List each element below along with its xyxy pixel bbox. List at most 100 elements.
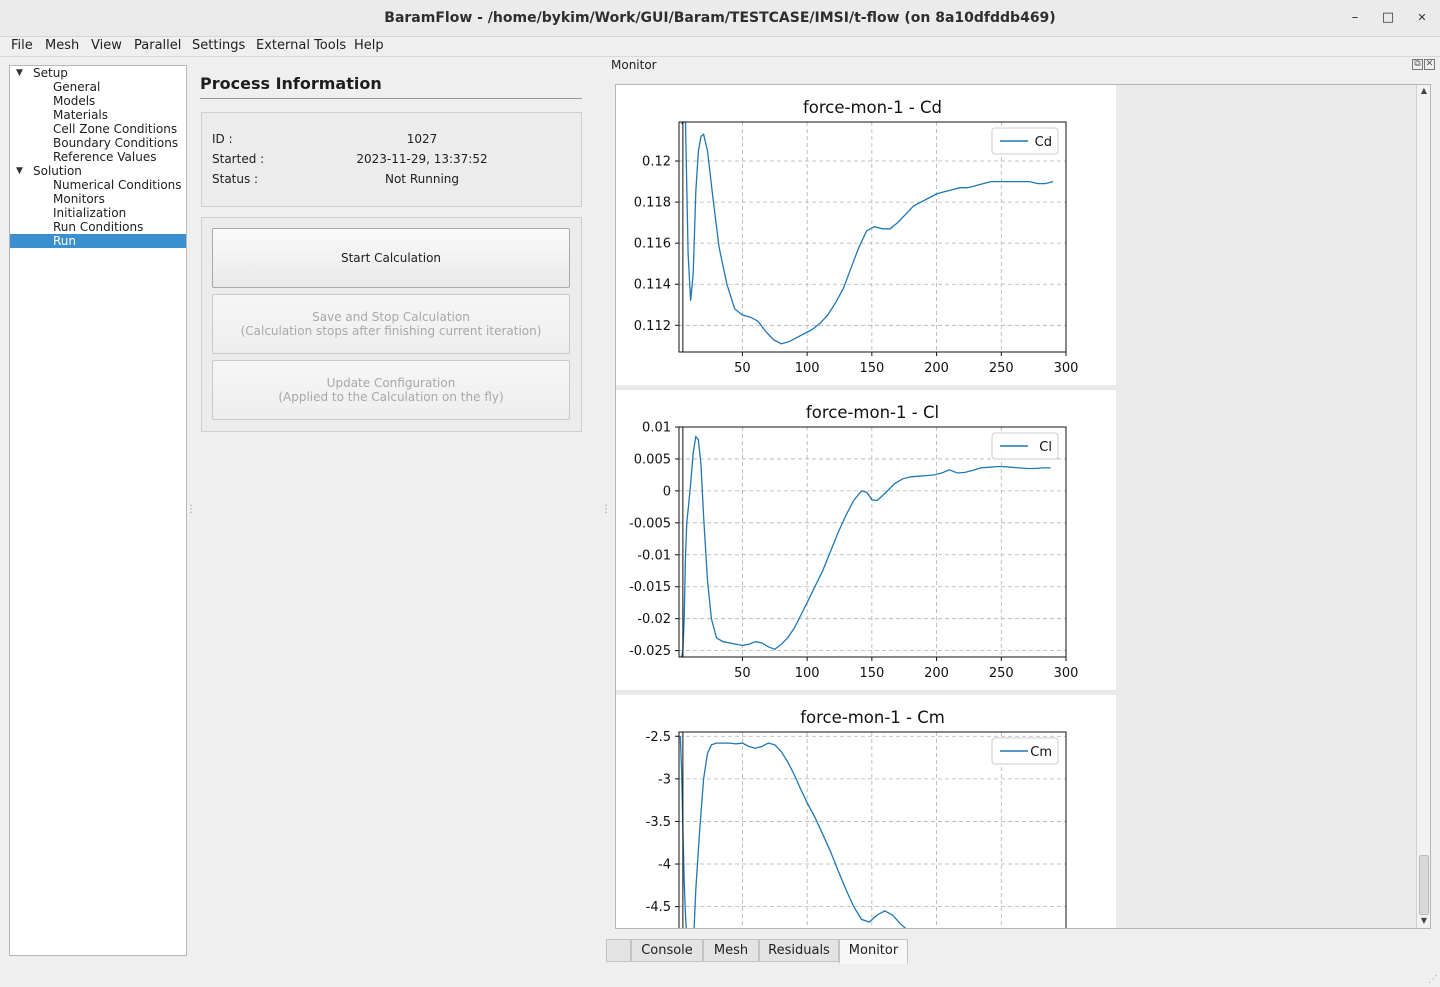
x-tick-label: 200 [924,361,949,376]
y-tick-label: -0.025 [629,644,671,659]
menu-help[interactable]: Help [352,38,386,53]
x-tick-label: 200 [924,666,949,681]
y-tick-label: -0.01 [637,548,671,563]
tree-item-label: Numerical Conditions [53,178,182,192]
monitor-dock-title: Monitor [611,58,657,72]
scroll-down-icon[interactable]: ▼ [1417,915,1431,927]
x-tick-label: 50 [734,361,751,376]
menu-settings[interactable]: Settings [190,38,247,53]
process-info-box: ID : 1027 Started : 2023-11-29, 13:37:52… [201,112,582,207]
plot-frame [678,121,1067,353]
tree-item-general[interactable]: General [10,80,186,94]
button-sublabel: (Calculation stops after finishing curre… [240,324,542,338]
tab-monitor[interactable]: Monitor [839,939,908,964]
start-calculation-button[interactable]: Start Calculation [212,228,570,288]
resize-grip-icon[interactable]: ⋰ [1428,974,1438,985]
chart-cl: force-mon-1 - Cl 50 100 150 200 250 300 -0.025 -… [629,403,1078,681]
tree-item-boundary-conditions[interactable]: Boundary Conditions [10,136,186,150]
menu-bar: File Mesh View Parallel Settings Externa… [0,37,1440,57]
maximize-icon[interactable]: □ [1378,8,1398,28]
y-tick-label: 0.12 [642,155,671,170]
x-tick-label: 50 [734,666,751,681]
x-tick-label: 300 [1054,361,1079,376]
tree-item-cell-zone-conditions[interactable]: Cell Zone Conditions [10,122,186,136]
splitter-handle[interactable]: ⋮ [601,504,611,515]
x-tick-label: 250 [989,666,1014,681]
splitter-handle[interactable]: ⋮ [186,504,196,515]
tree-item-initialization[interactable]: Initialization [10,206,186,220]
menu-mesh[interactable]: Mesh [43,38,81,53]
tree-item-label: General [53,80,101,94]
started-value: 2023-11-29, 13:37:52 [356,152,488,166]
button-sublabel: (Applied to the Calculation on the fly) [278,390,504,404]
minimize-icon[interactable]: – [1345,8,1365,28]
x-tick-label: 150 [859,666,884,681]
tree-group-label: Solution [33,164,82,178]
menu-file[interactable]: File [9,38,35,53]
legend-label: Cd [1035,135,1052,150]
button-label: Save and Stop Calculation [312,310,470,324]
tree-item-label: Initialization [53,206,127,220]
tree-item-label: Run [53,234,77,248]
scrollbar-thumb[interactable] [1419,855,1429,915]
monitor-scrollbar[interactable]: ▲ ▼ [1416,85,1430,928]
tree-item-materials[interactable]: Materials [10,108,186,122]
tree-group-solution[interactable]: ▼ Solution [10,164,186,178]
chevron-down-icon[interactable]: ▼ [16,164,23,178]
tab-console[interactable]: Console [631,939,703,962]
chart-title: force-mon-1 - Cl [806,403,939,422]
tree-item-monitors[interactable]: Monitors [10,192,186,206]
status-label: Status : [212,172,259,186]
y-tick-label: 0.005 [634,452,671,467]
monitor-chart-area[interactable]: force-mon-1 - Cd 50 100 150 200 250 300 0.112 0.… [615,84,1431,929]
y-tick-label: -3 [658,772,671,787]
chart-title: force-mon-1 - Cd [803,98,942,117]
tree-item-label: Materials [53,108,109,122]
title-divider [200,98,582,99]
y-tick-label: 0.112 [634,319,671,334]
chart-card-cm: force-mon-1 - Cm50100150200250300-5-4.5-… [616,695,1116,928]
tab-blank[interactable] [606,939,631,962]
save-stop-calculation-button[interactable]: Save and Stop Calculation (Calculation s… [212,294,570,354]
legend-label: Cm [1030,745,1052,760]
tree-group-setup[interactable]: ▼ Setup [10,66,186,80]
tree-item-run[interactable]: Run [10,234,186,248]
y-tick-label: 0.116 [634,237,671,252]
menu-view[interactable]: View [89,38,124,53]
chart-card-cd: force-mon-1 - Cd 50 100 150 200 250 300 0.112 0.… [616,85,1116,385]
tree-item-numerical-conditions[interactable]: Numerical Conditions [10,178,186,192]
close-icon[interactable]: ✕ [1412,8,1432,28]
x-tick-label: 100 [795,361,820,376]
tree-item-reference-values[interactable]: Reference Values [10,150,186,164]
scroll-up-icon[interactable]: ▲ [1417,85,1431,97]
tree-item-label: Monitors [53,192,105,206]
y-tick-label: -0.02 [637,612,671,627]
y-tick-label: 0.118 [634,196,671,211]
chart-cm: force-mon-1 - Cm50100150200250300-5-4.5-… [646,708,1067,928]
series-line-cl [680,435,1051,657]
page-title: Process Information [200,74,382,93]
close-icon[interactable]: ✕ [1424,59,1435,70]
chart-card-cl: force-mon-1 - Cl 50 100 150 200 250 300 -0.025 -… [616,390,1116,690]
tree-item-models[interactable]: Models [10,94,186,108]
calculation-controls: Start Calculation Save and Stop Calculat… [201,217,582,432]
id-label: ID : [212,132,233,146]
y-tick-label: 0.114 [634,278,671,293]
y-tick-label: 0 [663,484,671,499]
chevron-down-icon[interactable]: ▼ [16,66,23,80]
menu-parallel[interactable]: Parallel [132,38,183,53]
tree-item-run-conditions[interactable]: Run Conditions [10,220,186,234]
navigation-tree: ▼ Setup General Models Materials Cell Zo… [9,65,187,956]
float-icon[interactable]: ⧉ [1412,59,1423,70]
tree-item-label: Run Conditions [53,220,144,234]
window-titlebar: BaramFlow - /home/bykim/Work/GUI/Baram/T… [0,0,1440,37]
button-label: Start Calculation [340,251,442,265]
tab-residuals[interactable]: Residuals [759,939,839,962]
x-tick-label: 100 [795,666,820,681]
menu-external-tools[interactable]: External Tools [254,38,348,53]
series-line-cm [679,736,907,928]
y-tick-label: -4.5 [646,900,671,915]
tab-mesh[interactable]: Mesh [703,939,759,962]
update-configuration-button[interactable]: Update Configuration (Applied to the Cal… [212,360,570,420]
y-tick-label: -0.005 [629,516,671,531]
